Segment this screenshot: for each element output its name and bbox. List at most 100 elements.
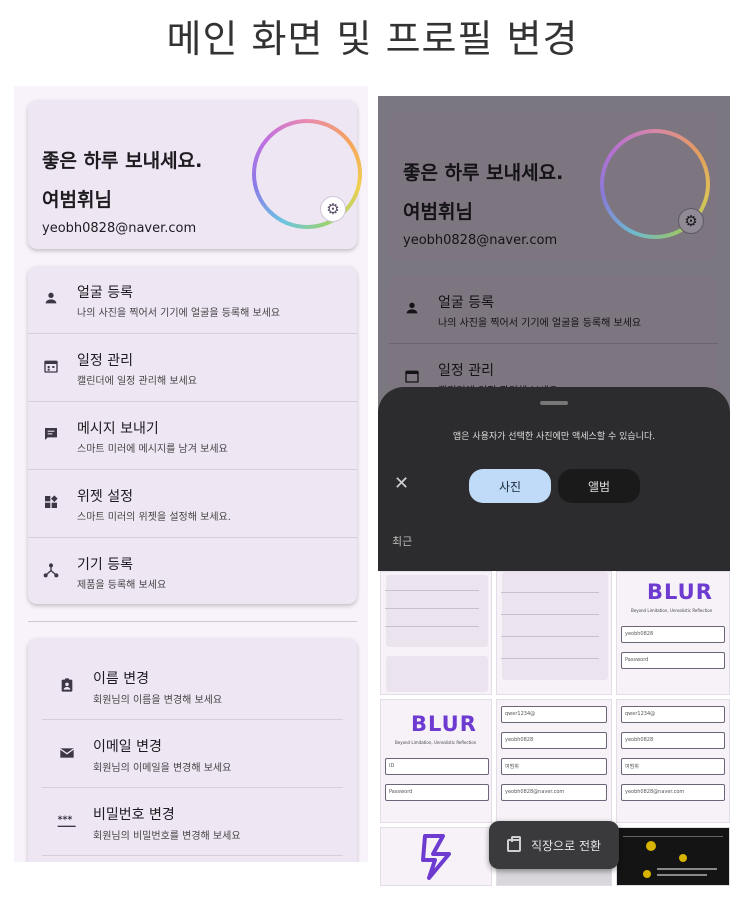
thumb-id-value: yeobh0828 [505,737,534,743]
menu-item-title: 위젯 설정 [77,489,133,505]
menu-item-schedule[interactable]: 일정 관리 캘린더에 일정 관리해 보세요 [28,334,357,402]
account-settings: 이름 변경 회원님의 이름을 변경해 보세요 이메일 변경 회원님의 이메일을 … [28,638,357,862]
thumb-email-field: yeobh0828@naver.com [621,784,725,801]
menu-item-subtitle: 제품을 등록해 보세요 [77,580,167,591]
mail-icon [56,742,78,764]
photo-thumbnail[interactable] [380,571,492,695]
thumb-password-field: Password [385,784,489,801]
section-divider [28,621,357,622]
settings-item-password[interactable]: *** 비밀번호 변경 회원님의 비밀번호를 변경해 보세요 [42,788,343,856]
thumb-password-label: Password [389,789,413,795]
user-name: 여범휘님 [403,201,473,223]
profile-photo-picker-screen: 좋은 하루 보내세요. 여범휘님 yeobh0828@naver.com ⚙ 얼… [378,96,730,886]
menu-item-title: 기기 등록 [77,557,133,573]
badge-icon [56,674,78,696]
thumb-name-field: 여범휘 [501,758,607,775]
menu-item-title: 일정 관리 [77,353,133,369]
thumb-email-value: yeobh0828@naver.com [505,789,565,795]
switch-to-work-label: 직장으로 전환 [530,838,602,853]
thumb-name-field: 여범휘 [621,758,725,775]
calendar-icon [402,366,422,386]
settings-item-email[interactable]: 이메일 변경 회원님의 이메일을 변경해 보세요 [42,720,343,788]
drag-handle[interactable] [540,401,568,405]
blur-mark-icon [421,834,451,880]
menu-item-face-register: 얼굴 등록 나의 사진을 찍어서 기기에 얼굴을 등록해 보세요 [389,276,718,344]
thumb-email-field: yeobh0828@naver.com [501,784,607,801]
menu-item-title: 일정 관리 [438,363,494,379]
thumb-password-label: Password [625,657,649,663]
user-email: yeobh0828@naver.com [42,221,197,236]
close-icon[interactable]: ✕ [394,473,409,494]
menu-item-face-register[interactable]: 얼굴 등록 나의 사진을 찍어서 기기에 얼굴을 등록해 보세요 [28,266,357,334]
photo-thumbnail[interactable]: BLUR Beyond Limitation, Unrealistic Refl… [616,571,730,695]
blur-logo: BLUR [411,712,477,736]
feature-menu: 얼굴 등록 나의 사진을 찍어서 기기에 얼굴을 등록해 보세요 일정 관리 캘… [28,266,357,604]
blur-tagline: Beyond Limitation, Unrealistic Reflectio… [395,740,477,745]
profile-card-dimmed: 좋은 하루 보내세요. 여범휘님 yeobh0828@naver.com ⚙ [389,112,718,261]
settings-item-title: 이메일 변경 [93,739,162,755]
photo-thumbnail[interactable]: BLUR Beyond Limitation, Unrealistic Refl… [380,699,492,823]
thumb-id-label: ID [389,763,395,769]
menu-item-subtitle: 나의 사진을 찍어서 기기에 얼굴을 등록해 보세요 [438,318,642,329]
gear-icon: ⚙ [678,208,704,234]
thumb-id-value: yeobh0828 [625,737,654,743]
password-icon: *** [56,810,78,832]
thumb-id-field: yeobh0828 [621,732,725,749]
photo-thumbnail[interactable]: qwer1234@ yeobh0828 여범휘 yeobh0828@naver.… [616,699,730,823]
widgets-icon [41,492,61,512]
blur-logo: BLUR [647,580,713,604]
settings-item-name[interactable]: 이름 변경 회원님의 이름을 변경해 보세요 [42,652,343,720]
calendar-icon [41,356,61,376]
photo-thumbnail[interactable] [616,827,730,886]
person-icon [402,298,422,318]
menu-item-subtitle: 나의 사진을 찍어서 기기에 얼굴을 등록해 보세요 [77,308,281,319]
svg-text:***: *** [58,814,73,825]
menu-item-message[interactable]: 메시지 보내기 스마트 미러에 메시지를 남겨 보세요 [28,402,357,470]
briefcase-icon [506,835,521,852]
menu-item-subtitle: 스마트 미러에 메시지를 남겨 보세요 [77,444,228,455]
photo-picker-sheet: 앱은 사용자가 선택한 사진에만 액세스할 수 있습니다. ✕ 사진 앨범 최근 [378,387,730,571]
menu-item-subtitle: 캘린더에 일정 관리해 보세요 [77,376,197,387]
device-hub-icon [41,560,61,580]
greeting-text: 좋은 하루 보내세요. [42,150,203,172]
blur-tagline: Beyond Limitation, Unrealistic Reflectio… [631,608,713,613]
thumb-name-value: 여범휘 [625,764,639,770]
gear-icon[interactable]: ⚙ [320,196,346,222]
menu-item-subtitle: 스마트 미러의 위젯을 설정해 보세요. [77,512,231,523]
user-email: yeobh0828@naver.com [403,233,558,248]
message-icon [41,424,61,444]
thumb-password-value: qwer1234@ [625,711,656,717]
settings-item-title: 이름 변경 [93,671,149,687]
picker-permission-message: 앱은 사용자가 선택한 사진에만 액세스할 수 있습니다. [452,432,656,442]
menu-item-title: 얼굴 등록 [77,285,133,301]
thumb-password-field: Password [621,652,725,669]
settings-item-subtitle: 회원님의 이름을 변경해 보세요 [93,695,223,706]
recent-section-label: 최근 [392,535,413,548]
photo-content-icon [623,836,723,878]
menu-item-title: 메시지 보내기 [77,421,159,437]
user-name: 여범휘님 [42,189,112,211]
thumb-id-field: yeobh0828 [501,732,607,749]
person-icon [41,288,61,308]
menu-item-title: 얼굴 등록 [438,295,494,311]
tab-photos[interactable]: 사진 [469,469,551,503]
switch-to-work-button[interactable]: 직장으로 전환 [489,821,619,869]
photo-thumbnail[interactable]: qwer1234@ yeobh0828 여범휘 yeobh0828@naver.… [496,699,612,823]
profile-card: 좋은 하루 보내세요. 여범휘님 yeobh0828@naver.com ⚙ [28,100,362,249]
settings-item-subtitle: 회원님의 이메일을 변경해 보세요 [93,763,232,774]
photo-thumbnail[interactable] [380,827,492,886]
settings-item-subtitle: 회원님의 비밀번호를 변경해 보세요 [93,831,241,842]
thumb-password-field: qwer1234@ [501,706,607,723]
thumb-id-field: ID [385,758,489,775]
tab-albums[interactable]: 앨범 [558,469,640,503]
photo-thumbnail[interactable] [496,571,612,695]
main-screen: 좋은 하루 보내세요. 여범휘님 yeobh0828@naver.com ⚙ 얼… [14,86,368,862]
menu-item-widget[interactable]: 위젯 설정 스마트 미러의 위젯을 설정해 보세요. [28,470,357,538]
thumb-password-value: qwer1234@ [505,711,536,717]
thumb-password-field: qwer1234@ [621,706,725,723]
menu-item-device-register[interactable]: 기기 등록 제품을 등록해 보세요 [28,538,357,606]
thumb-id-value: yeobh0828 [625,631,654,637]
thumb-email-value: yeobh0828@naver.com [625,789,685,795]
settings-item-title: 비밀번호 변경 [93,807,175,823]
greeting-text: 좋은 하루 보내세요. [403,162,564,184]
